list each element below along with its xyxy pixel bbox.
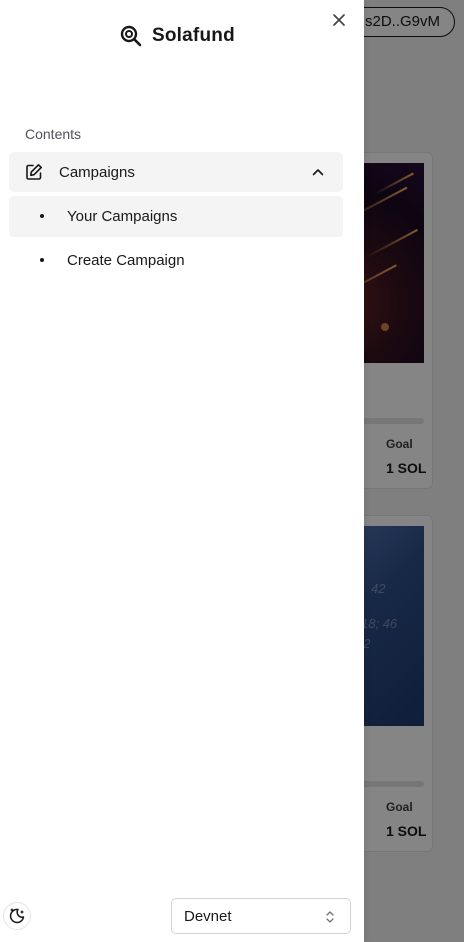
close-icon — [333, 14, 345, 26]
network-select[interactable]: Devnet — [171, 898, 351, 934]
brand: Solafund — [119, 24, 235, 48]
edit-icon — [26, 164, 42, 180]
nav-group-label: Campaigns — [59, 164, 135, 181]
nav-group-campaigns[interactable]: Campaigns — [9, 152, 343, 192]
network-select-value: Devnet — [184, 908, 232, 925]
section-label: Contents — [25, 126, 82, 142]
bullet-icon — [40, 214, 44, 218]
search-coin-icon — [120, 25, 142, 47]
nav-item-create-campaign[interactable]: Create Campaign — [9, 240, 343, 281]
app-name: Solafund — [152, 25, 235, 46]
navigation-drawer: Solafund Contents Campaigns Your Campaig… — [0, 0, 364, 942]
nav-item-label: Your Campaigns — [67, 208, 178, 225]
theme-toggle-button[interactable] — [3, 902, 31, 930]
chevron-up-icon — [312, 169, 324, 176]
chevron-up-down-icon — [326, 911, 334, 923]
close-button[interactable] — [330, 11, 348, 29]
bullet-icon — [40, 258, 44, 262]
theme-toggle-icon — [9, 908, 25, 924]
nav-item-your-campaigns[interactable]: Your Campaigns — [9, 196, 343, 237]
nav-item-label: Create Campaign — [67, 252, 185, 269]
